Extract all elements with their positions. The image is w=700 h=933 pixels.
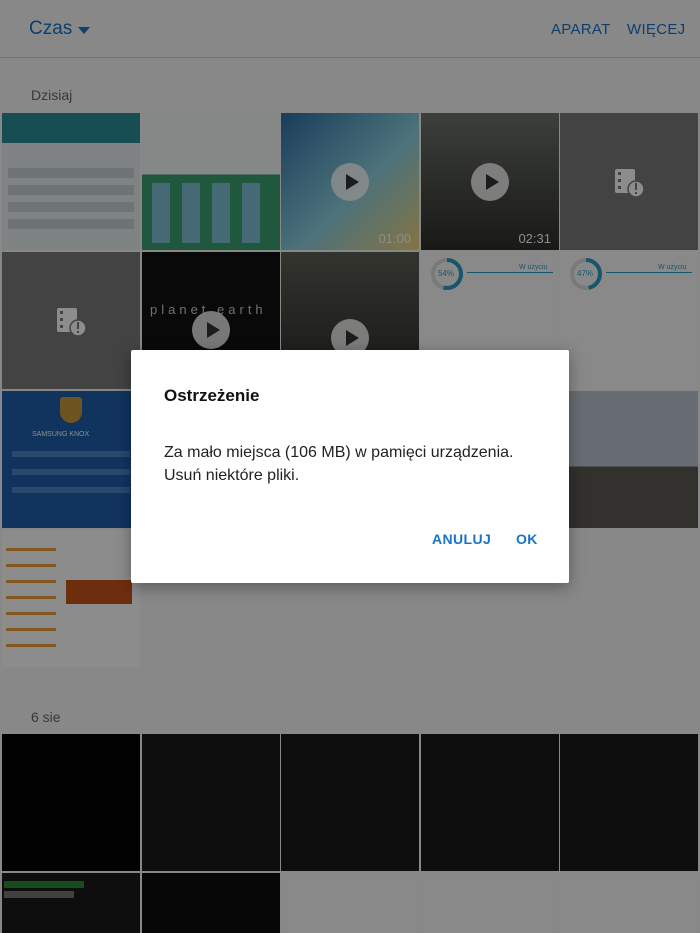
dialog-title: Ostrzeżenie xyxy=(164,386,260,405)
ok-button[interactable]: OK xyxy=(516,531,538,547)
dialog-message: Za mało miejsca (106 MB) w pamięci urząd… xyxy=(164,444,514,484)
cancel-button[interactable]: ANULUJ xyxy=(432,531,491,547)
warning-dialog: Ostrzeżenie Za mało miejsca (106 MB) w p… xyxy=(131,350,569,583)
gallery-screen: Czas APARAT WIĘCEJ Dzisiaj 01:00 02:31 p… xyxy=(0,0,700,933)
